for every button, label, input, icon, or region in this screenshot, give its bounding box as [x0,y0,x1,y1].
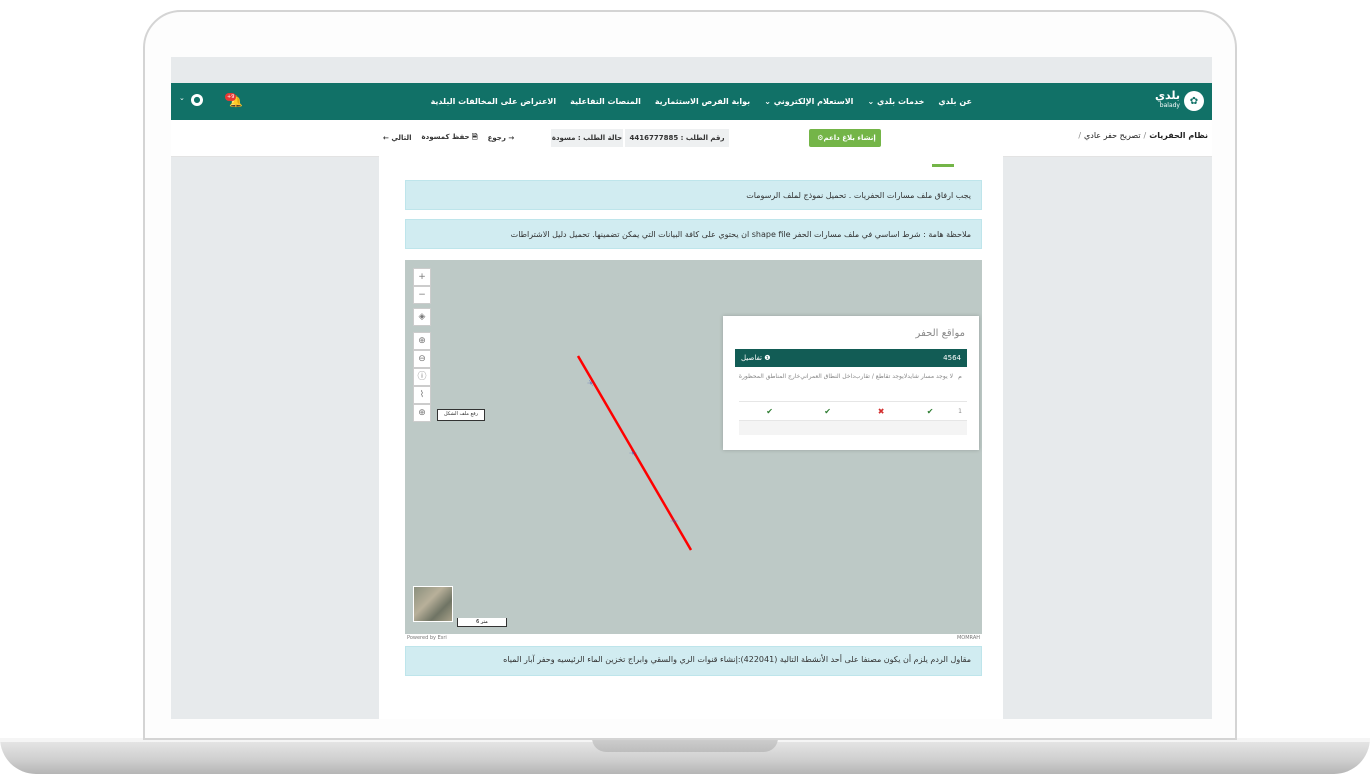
alert-contractor: مقاول الردم يلزم أن يكون مصنفا على أحد ا… [405,646,982,676]
bell-icon[interactable]: 🔔 +9 [225,93,243,108]
balady-logo[interactable]: بلدي balady ✿ [1146,89,1204,113]
site-id: 4564 [943,354,961,362]
request-number: رقم الطلب : 4416777885 [625,129,729,147]
table-row: 1 ✔ ✖ ✔ ✔ [738,401,967,421]
check-icon: ✔ [738,401,801,421]
checks-table: م لا يوجد مسار شايد لايوجد تقاطع / تقارب… [738,371,967,435]
next-button[interactable]: ← التالي [383,134,412,142]
panel-title: مواقع الحفر [915,328,965,339]
breadcrumb: نظام الحفريات/تصريح حفر عادي/ [1078,131,1208,140]
save-icon: 🗎 [472,132,478,141]
breadcrumb-system[interactable]: نظام الحفريات [1149,131,1208,140]
row-index: 1 [953,401,967,421]
chevron-down-icon[interactable]: ⌄ [179,94,185,102]
laptop-notch [592,738,778,752]
attach-icon[interactable]: ⌇ [413,386,431,404]
map-footer: Powered by Esri MOMRAH [405,634,982,643]
upload-shape-tooltip: رفع ملف الشكل [437,409,485,421]
zoom-out-button[interactable]: − [413,286,431,304]
check-icon: ✔ [907,401,953,421]
zoom-out-icon[interactable]: ⊖ [413,350,431,368]
logo-icon: ✿ [1184,91,1204,111]
nav-investment[interactable]: بوابة الفرص الاستثمارية [655,97,750,106]
create-report-button[interactable]: ⚙ إنشاء بلاغ داعم [809,129,881,147]
zoom-in-icon[interactable]: ⊕ [413,332,431,350]
nav-objection[interactable]: الاعتراض على المخالفات البلدية [431,97,557,106]
breadcrumb-page[interactable]: تصريح حفر عادي [1084,131,1141,140]
panel-header: 4564 ❶ تفاصيل [735,349,967,367]
logo-sub: balady [1159,102,1180,109]
basemap-thumbnail[interactable] [413,586,453,622]
route-marker: ᚸ [670,517,679,525]
check-icon: ✔ [800,401,855,421]
layers-icon[interactable]: ◈ [413,308,431,326]
powered-by: Powered by Esri [407,635,447,641]
info-icon[interactable]: ⓘ [413,368,431,386]
info-icon: ❶ [764,354,771,362]
col-index: م [958,373,962,380]
nav-inquiry[interactable]: الاستعلام الإلكتروني ⌄ [764,97,853,106]
zoom-in-button[interactable]: + [413,268,431,286]
upload-shape-icon[interactable]: ⊕ [413,404,431,422]
top-nav-bar: بلدي balady ✿ عن بلدي خدمات بلدي ⌄ الاستع… [171,83,1212,120]
col-outside-restricted: خارج المناطق المحظورة [738,373,801,380]
map-view[interactable]: ᚸ ᚸ ᚸ + − ◈ ⊕ ⊖ ⓘ ⌇ ⊕ رفع ملف الشكل 6 مت… [405,260,982,636]
action-bar: ← التالي حفظ كمسودة 🗎 رجوع → [378,129,519,147]
request-status: حالة الطلب : مسودة [551,129,623,147]
main-content: يجب ارفاق ملف مسارات الحفريات . تحميل نم… [379,156,1003,719]
step-indicator [932,164,954,167]
alert-attach-file: يجب ارفاق ملف مسارات الحفريات . تحميل نم… [405,180,982,210]
scale-bar: 6 متر [457,618,507,627]
col-no-route: لا يوجد مسار شايد [907,373,953,380]
save-draft-button[interactable]: حفظ كمسودة 🗎 [422,133,478,144]
details-link[interactable]: ❶ تفاصيل [741,354,771,362]
notification-badge: +9 [225,93,237,101]
col-urban: داخل النطاق العمراني [800,373,855,380]
col-no-intersection: لايوجد تقاطع / تقارب [854,373,908,380]
table-row [738,420,967,435]
nav-services[interactable]: خدمات بلدي ⌄ [867,97,924,106]
user-icon[interactable]: ● [191,94,203,106]
nav-about[interactable]: عن بلدي [938,97,972,106]
sub-header: نظام الحفريات/تصريح حفر عادي/ ⚙ إنشاء بلا… [171,120,1212,157]
cross-icon: ✖ [854,401,908,421]
back-button[interactable]: رجوع → [488,134,515,142]
nav-platforms[interactable]: المنصات التفاعلية [570,97,641,106]
screen: بلدي balady ✿ عن بلدي خدمات بلدي ⌄ الاستع… [171,57,1212,719]
dig-sites-panel: مواقع الحفر 4564 ❶ تفاصيل م لا يوجد مسار… [723,316,979,450]
alert-shape-file: ملاحظة هامة : شرط اساسي في ملف مسارات ال… [405,219,982,249]
map-provider: MOMRAH [956,635,980,641]
